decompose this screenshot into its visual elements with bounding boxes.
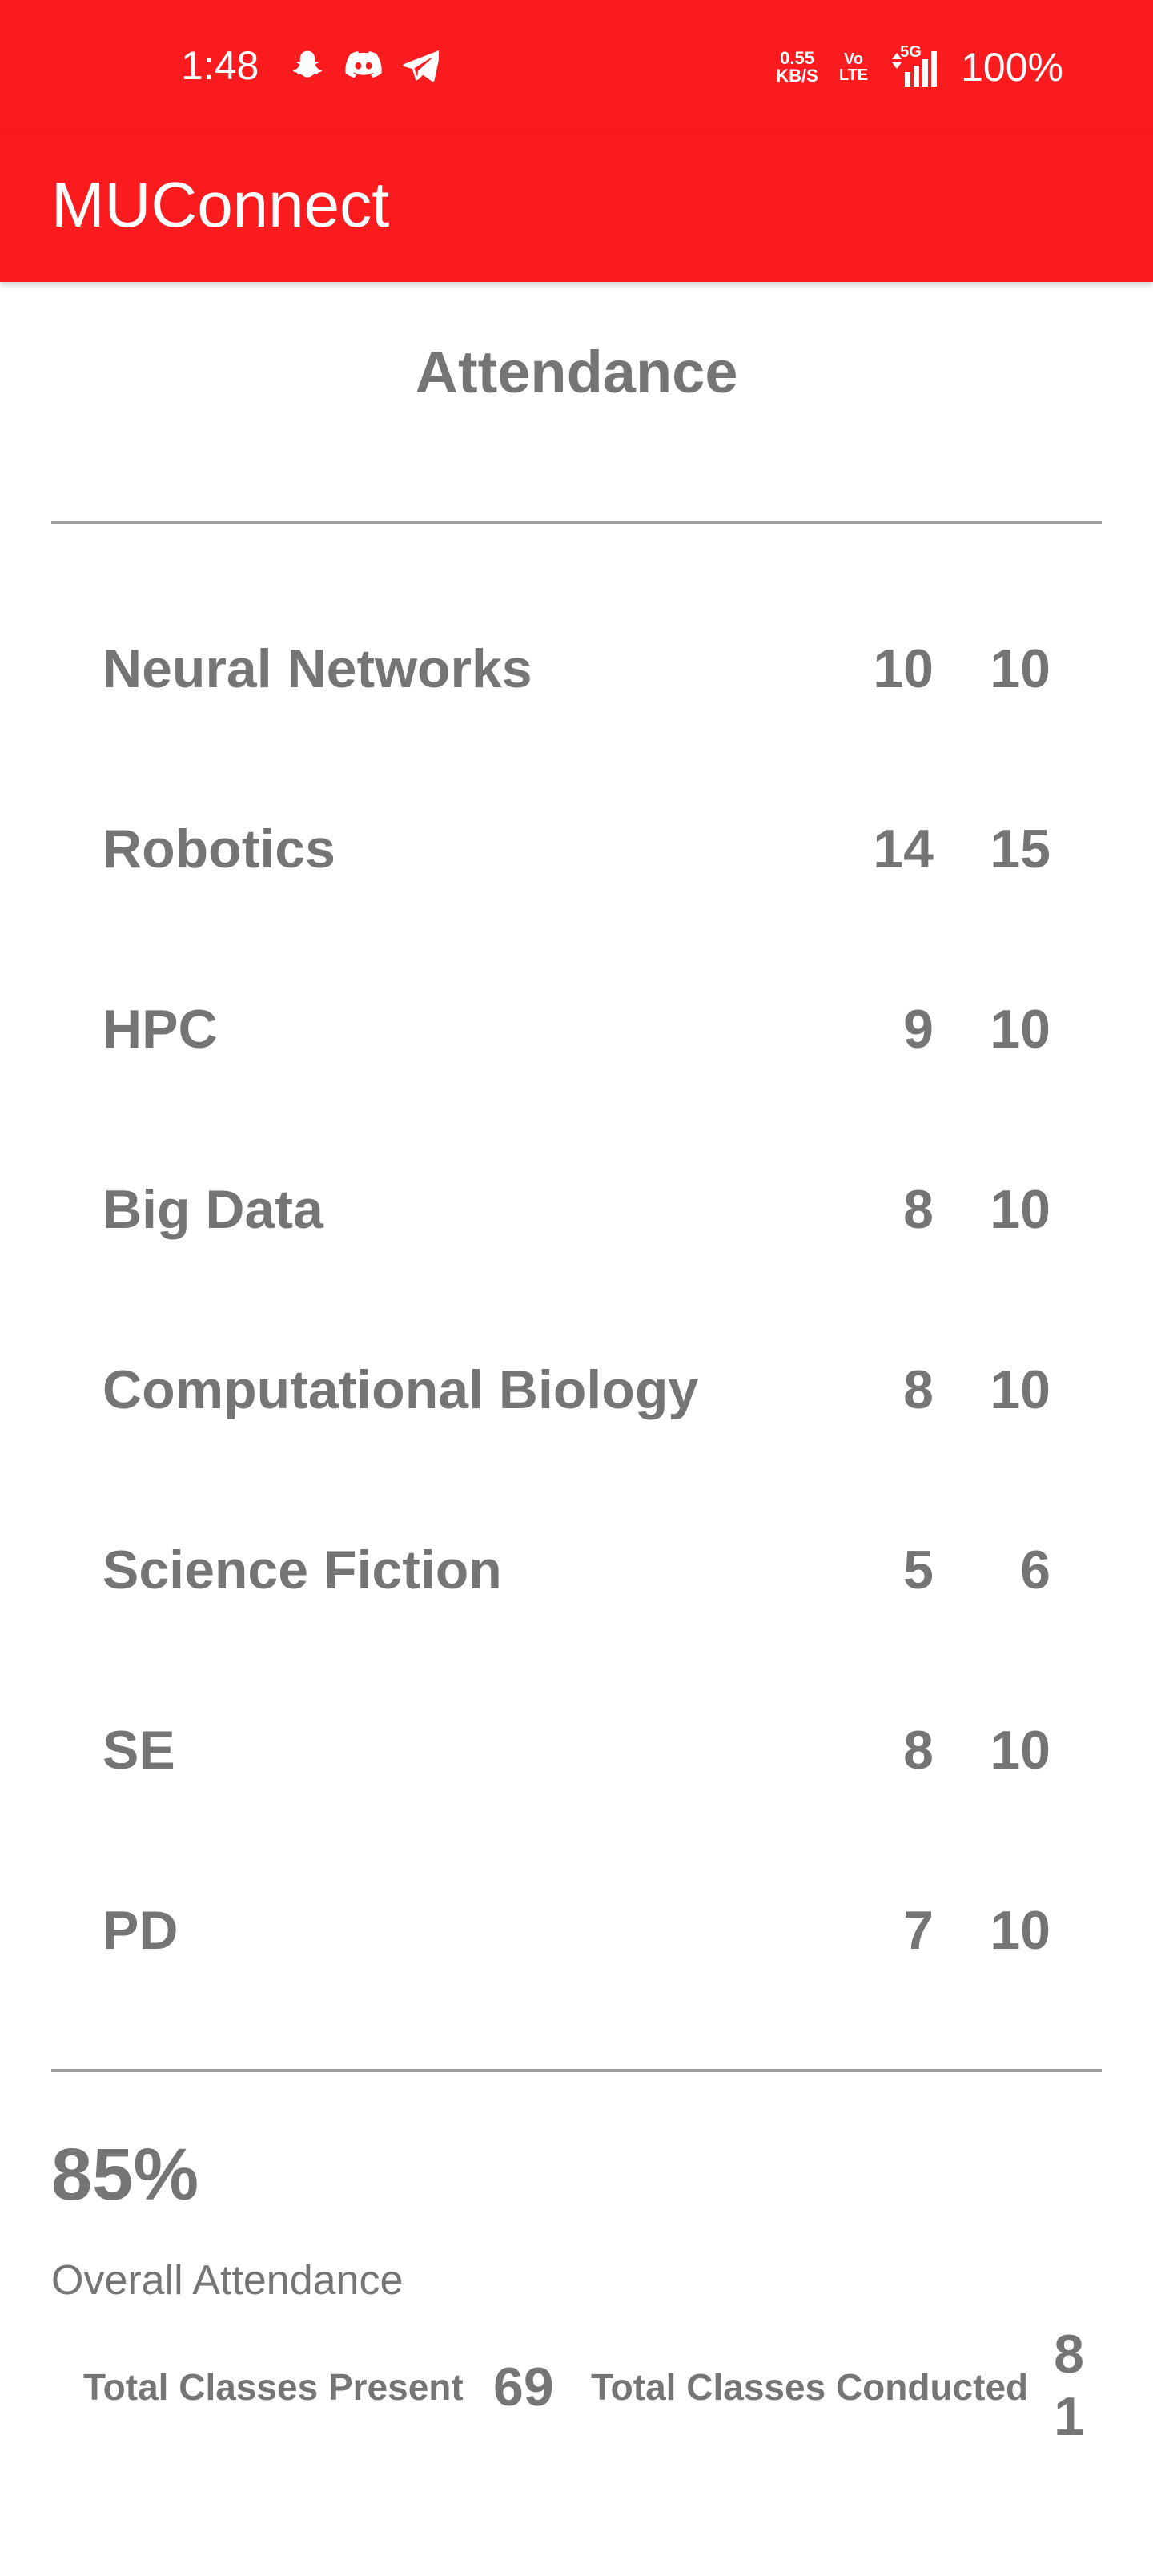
classes-total: 10 [990,1900,1051,1961]
course-row: HPC 9 10 [102,993,1051,1065]
bottom-divider [51,2069,1102,2072]
course-row: Robotics 14 15 [102,813,1051,885]
classes-total: 10 [990,1179,1051,1240]
course-row: Big Data 8 10 [102,1173,1051,1246]
course-name: SE [102,1720,175,1781]
status-time: 1:48 [181,43,259,88]
signal-icon: 5G [889,43,940,87]
course-name: Science Fiction [102,1540,502,1600]
course-row: Computational Biology 8 10 [102,1354,1051,1426]
total-conducted-value: 81 [1054,2324,1084,2447]
course-name: Big Data [102,1179,323,1240]
volte-indicator: Vo LTE [839,51,868,83]
course-row: Neural Networks 10 10 [102,633,1051,705]
classes-present: 14 [873,819,934,879]
classes-total: 10 [990,999,1051,1060]
course-name: Robotics [102,819,335,879]
page-title: Attendance [415,339,738,405]
system-status-icons: 0.55 KB/S Vo LTE 5G 100% [776,43,1063,91]
classes-present: 8 [903,1359,934,1420]
course-row: Science Fiction 5 6 [102,1534,1051,1606]
discord-icon [345,51,382,78]
telegram-icon [403,50,439,82]
course-row: PD 7 10 [102,1894,1051,1966]
app-title: MUConnect [51,169,390,240]
total-conducted-label: Total Classes Conducted [591,2366,1029,2408]
network-speed: 0.55 KB/S [776,50,818,85]
network-speed-value: 0.55 [780,48,814,68]
classes-present: 8 [903,1179,934,1240]
classes-total: 10 [990,1720,1051,1781]
classes-present: 5 [903,1540,934,1600]
overall-attendance-label: Overall Attendance [51,2257,404,2304]
snapchat-icon [293,50,322,78]
app-bar: MUConnect [0,133,1153,282]
overall-attendance-percentage: 85% [51,2134,199,2216]
total-present-label: Total Classes Present [83,2366,464,2408]
top-divider [51,521,1102,524]
classes-total: 15 [990,819,1051,879]
course-name: Computational Biology [102,1359,699,1420]
network-speed-unit: KB/S [776,66,818,86]
volte-top: Vo [843,50,863,68]
course-row: SE 8 10 [102,1714,1051,1786]
course-name: PD [102,1900,179,1961]
volte-bottom: LTE [838,66,869,84]
battery-level: 100% [961,45,1063,90]
classes-total: 6 [1020,1540,1051,1600]
classes-total: 10 [990,638,1051,699]
total-present-value: 69 [493,2357,554,2417]
classes-present: 8 [903,1720,934,1781]
classes-present: 10 [873,638,934,699]
course-name: Neural Networks [102,638,532,699]
classes-present: 7 [903,1900,934,1961]
classes-present: 9 [903,999,934,1060]
classes-total: 10 [990,1359,1051,1420]
status-bar: 1:48 0.55 KB/S Vo LTE 5G 100% [0,0,1153,133]
course-name: HPC [102,999,218,1060]
notification-icons [290,48,439,83]
